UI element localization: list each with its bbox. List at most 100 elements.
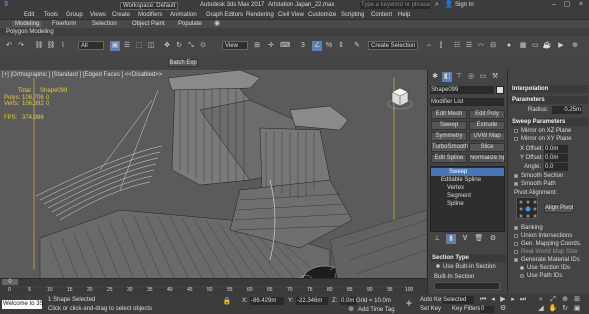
edit-mesh-button[interactable]: Edit Mesh — [431, 110, 467, 119]
auto-key-button[interactable]: Auto Key — [420, 297, 444, 303]
y-coord-field[interactable]: -22.346m — [296, 297, 328, 305]
banking-checkbox[interactable] — [514, 226, 518, 230]
symmetry-button[interactable]: Symmetry — [431, 132, 467, 141]
use-builtin-section-radio[interactable] — [436, 264, 440, 268]
layer-explorer-icon[interactable]: ☰ — [464, 41, 474, 51]
utilities-tab-icon[interactable]: ⚒ — [490, 72, 500, 82]
union-intersections-checkbox[interactable] — [514, 234, 518, 238]
rectangular-region-icon[interactable]: ⬚ — [134, 41, 144, 51]
parameters-rollout[interactable]: Parameters — [510, 96, 588, 104]
set-key-button[interactable]: Set Key — [420, 306, 441, 312]
tab-selection[interactable]: Selection — [92, 21, 117, 27]
angle-snap-icon[interactable]: ∠ — [312, 41, 322, 51]
create-selection-set-dropdown[interactable]: Create Selection Se — [368, 41, 418, 50]
time-slider[interactable]: 0 0 5 10 15 20 25 30 35 40 45 50 55 60 6… — [0, 278, 427, 294]
polygon-modeling-label[interactable]: Polygon Modeling — [6, 29, 54, 35]
tab-object-paint[interactable]: Object Paint — [132, 21, 165, 27]
maximize-icon[interactable]: ▢ — [562, 0, 572, 10]
spinner-snap-icon[interactable]: ⇕ — [336, 41, 346, 51]
y-offset-field[interactable]: 0.0m — [544, 154, 568, 162]
real-world-checkbox[interactable] — [514, 250, 518, 254]
render-iterative-icon[interactable]: ⊕ — [570, 41, 580, 51]
tab-populate[interactable]: Populate — [178, 21, 202, 27]
set-key-large-icon[interactable]: + — [403, 297, 415, 310]
selected-dropdown[interactable]: Selected — [442, 296, 474, 304]
maximize-viewport-icon[interactable]: ▣ — [572, 304, 582, 314]
time-tag-icon[interactable]: ⊕ — [346, 305, 356, 314]
tab-freeform[interactable]: Freeform — [52, 21, 76, 27]
select-place-icon[interactable]: ⊙ — [198, 41, 208, 51]
next-frame-icon[interactable]: ▸ — [508, 295, 518, 305]
stack-item-vertex[interactable]: Vertex — [447, 185, 464, 191]
modifier-list-dropdown[interactable]: Modifier List — [430, 98, 504, 106]
show-end-result-icon[interactable]: ▮ — [446, 234, 456, 244]
object-name-field[interactable]: Shape099 — [430, 86, 494, 94]
scene-explorer-icon[interactable]: ☷ — [452, 41, 462, 51]
render-production-icon[interactable]: ▶ — [556, 41, 566, 51]
menu-help[interactable]: Help — [398, 12, 410, 18]
redo-icon[interactable]: ↷ — [16, 41, 26, 51]
undo-icon[interactable]: ↶ — [4, 41, 14, 51]
hierarchy-tab-icon[interactable]: ⊤ — [454, 72, 464, 82]
schematic-view-icon[interactable]: ⊟ — [488, 41, 498, 51]
sign-in-link[interactable]: Sign In — [455, 2, 474, 8]
edit-poly-button[interactable]: Edit Poly — [469, 110, 505, 119]
select-scale-icon[interactable]: ⤡ — [186, 41, 196, 51]
align-icon[interactable]: ⫿ — [436, 41, 446, 51]
x-offset-field[interactable]: 0.0m — [544, 145, 568, 153]
batch-export-button[interactable]: Batch Exp — [168, 59, 198, 67]
pivot-alignment-grid[interactable] — [516, 197, 538, 219]
add-time-tag-button[interactable]: Add Time Tag — [358, 307, 395, 313]
selection-filter-dropdown[interactable]: All — [78, 41, 104, 50]
menu-graph-editors[interactable]: Graph Editors — [206, 12, 243, 18]
render-icon[interactable]: ☕ — [542, 41, 552, 51]
menu-scripting[interactable]: Scripting — [341, 12, 364, 18]
select-object-icon[interactable]: ▣ — [110, 41, 120, 51]
display-tab-icon[interactable]: ▭ — [478, 72, 488, 82]
menu-civil-view[interactable]: Civil View — [278, 12, 304, 18]
keyboard-shortcut-icon[interactable]: ⌨ — [280, 41, 290, 51]
render-setup-icon[interactable]: ▦ — [518, 41, 528, 51]
search-input[interactable]: Type a keyword or phrase — [360, 1, 430, 9]
stack-item-segment[interactable]: Segment — [447, 193, 471, 199]
mirror-xz-checkbox[interactable] — [514, 129, 518, 133]
snaps-toggle-icon[interactable]: 3 — [298, 41, 308, 51]
gen-material-ids-checkbox[interactable] — [514, 258, 518, 262]
viewcube[interactable] — [386, 84, 414, 112]
minimize-icon[interactable]: – — [549, 0, 559, 10]
mirror-xy-checkbox[interactable] — [514, 137, 518, 141]
material-editor-icon[interactable]: ● — [504, 41, 514, 51]
close-icon[interactable]: × — [576, 0, 586, 10]
stack-item-editable-spline[interactable]: Editable Spline — [441, 177, 481, 183]
menu-create[interactable]: Create — [112, 12, 130, 18]
select-move-icon[interactable]: ✥ — [162, 41, 172, 51]
goto-start-icon[interactable]: ⏮ — [478, 295, 488, 305]
section-type-rollout[interactable]: Section Type — [430, 254, 506, 262]
time-config-icon[interactable]: ⚙ — [498, 304, 508, 314]
pan-icon[interactable]: ✋ — [548, 304, 558, 314]
menu-modifiers[interactable]: Modifiers — [138, 12, 162, 18]
sweep-parameters-rollout[interactable]: Sweep Parameters — [510, 118, 588, 126]
slice-button[interactable]: Slice — [469, 143, 505, 152]
smooth-path-checkbox[interactable] — [514, 182, 518, 186]
search-icon[interactable]: ⌕ — [432, 0, 442, 10]
stack-item-sweep[interactable]: Sweep — [431, 168, 504, 176]
turbosmooth-button[interactable]: TurboSmooth — [431, 143, 468, 152]
menu-animation[interactable]: Animation — [170, 12, 197, 18]
stack-item-spline[interactable]: Spline — [447, 201, 464, 207]
select-rotate-icon[interactable]: ↻ — [174, 41, 184, 51]
menu-group[interactable]: Group — [66, 12, 83, 18]
orbit-icon[interactable]: ↻ — [560, 304, 570, 314]
use-path-ids-radio[interactable] — [520, 274, 524, 278]
extrude-button[interactable]: Extrude — [469, 121, 505, 130]
configure-sets-icon[interactable]: ⚙ — [488, 234, 498, 244]
remove-modifier-icon[interactable]: 🗑 — [474, 234, 484, 244]
menu-customize[interactable]: Customize — [308, 12, 336, 18]
menu-tools[interactable]: Tools — [44, 12, 58, 18]
menu-edit[interactable]: Edit — [24, 12, 34, 18]
edit-spline-button[interactable]: Edit Spline — [431, 154, 467, 163]
select-by-name-icon[interactable]: ☰ — [122, 41, 132, 51]
uvw-map-button[interactable]: UVW Map — [469, 132, 505, 141]
viewport-label[interactable]: [+] [Orthographic ] [Standard ] [Edged F… — [2, 72, 162, 78]
pin-stack-icon[interactable]: ⊥ — [432, 234, 442, 244]
